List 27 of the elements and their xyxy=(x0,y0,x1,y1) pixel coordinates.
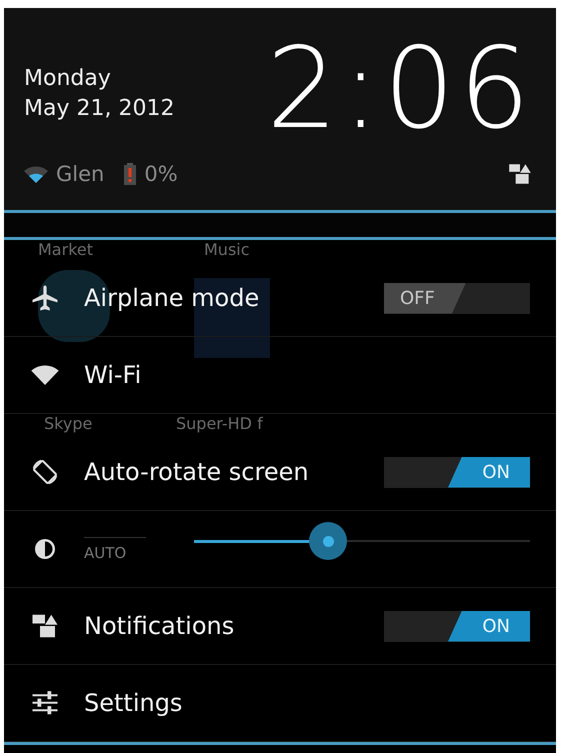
setting-label: Notifications xyxy=(84,612,236,640)
airplane-icon xyxy=(30,283,60,313)
toggle-switch[interactable]: OFF xyxy=(384,282,530,314)
faded-app-label: Market xyxy=(38,240,93,260)
slider-thumb[interactable] xyxy=(309,522,348,560)
brightness-slider[interactable] xyxy=(194,522,530,560)
date-text: May 21, 2012 xyxy=(24,94,174,122)
setting-label: Wi-Fi xyxy=(84,361,142,389)
setting-label: Auto-rotate screen xyxy=(84,458,310,486)
quick-setting-row[interactable]: Airplane mode OFF xyxy=(4,260,556,337)
wifi-signal-icon xyxy=(24,165,48,183)
setting-label: Settings xyxy=(84,689,184,717)
faded-app-label: Super-HD f xyxy=(176,414,263,434)
clock-time: 2:06 xyxy=(266,32,534,144)
quick-setting-row[interactable]: Notifications ON xyxy=(4,588,556,665)
faded-app-label: Skype xyxy=(44,414,92,434)
faded-app-label: Music xyxy=(204,240,250,260)
quick-setting-row[interactable]: Wi-Fi xyxy=(4,337,556,414)
faded-app-icon xyxy=(194,278,270,358)
quick-setting-row[interactable]: Auto-rotate screen ON xyxy=(4,434,556,511)
battery-percent: 0% xyxy=(144,162,178,186)
network-name: Glen xyxy=(56,162,104,186)
battery-empty-icon xyxy=(124,163,136,185)
weekday-text: Monday xyxy=(24,64,112,92)
setting-label: Airplane mode xyxy=(84,284,260,312)
auto-label[interactable]: AUTO xyxy=(84,544,146,562)
rotate-icon xyxy=(30,457,60,487)
